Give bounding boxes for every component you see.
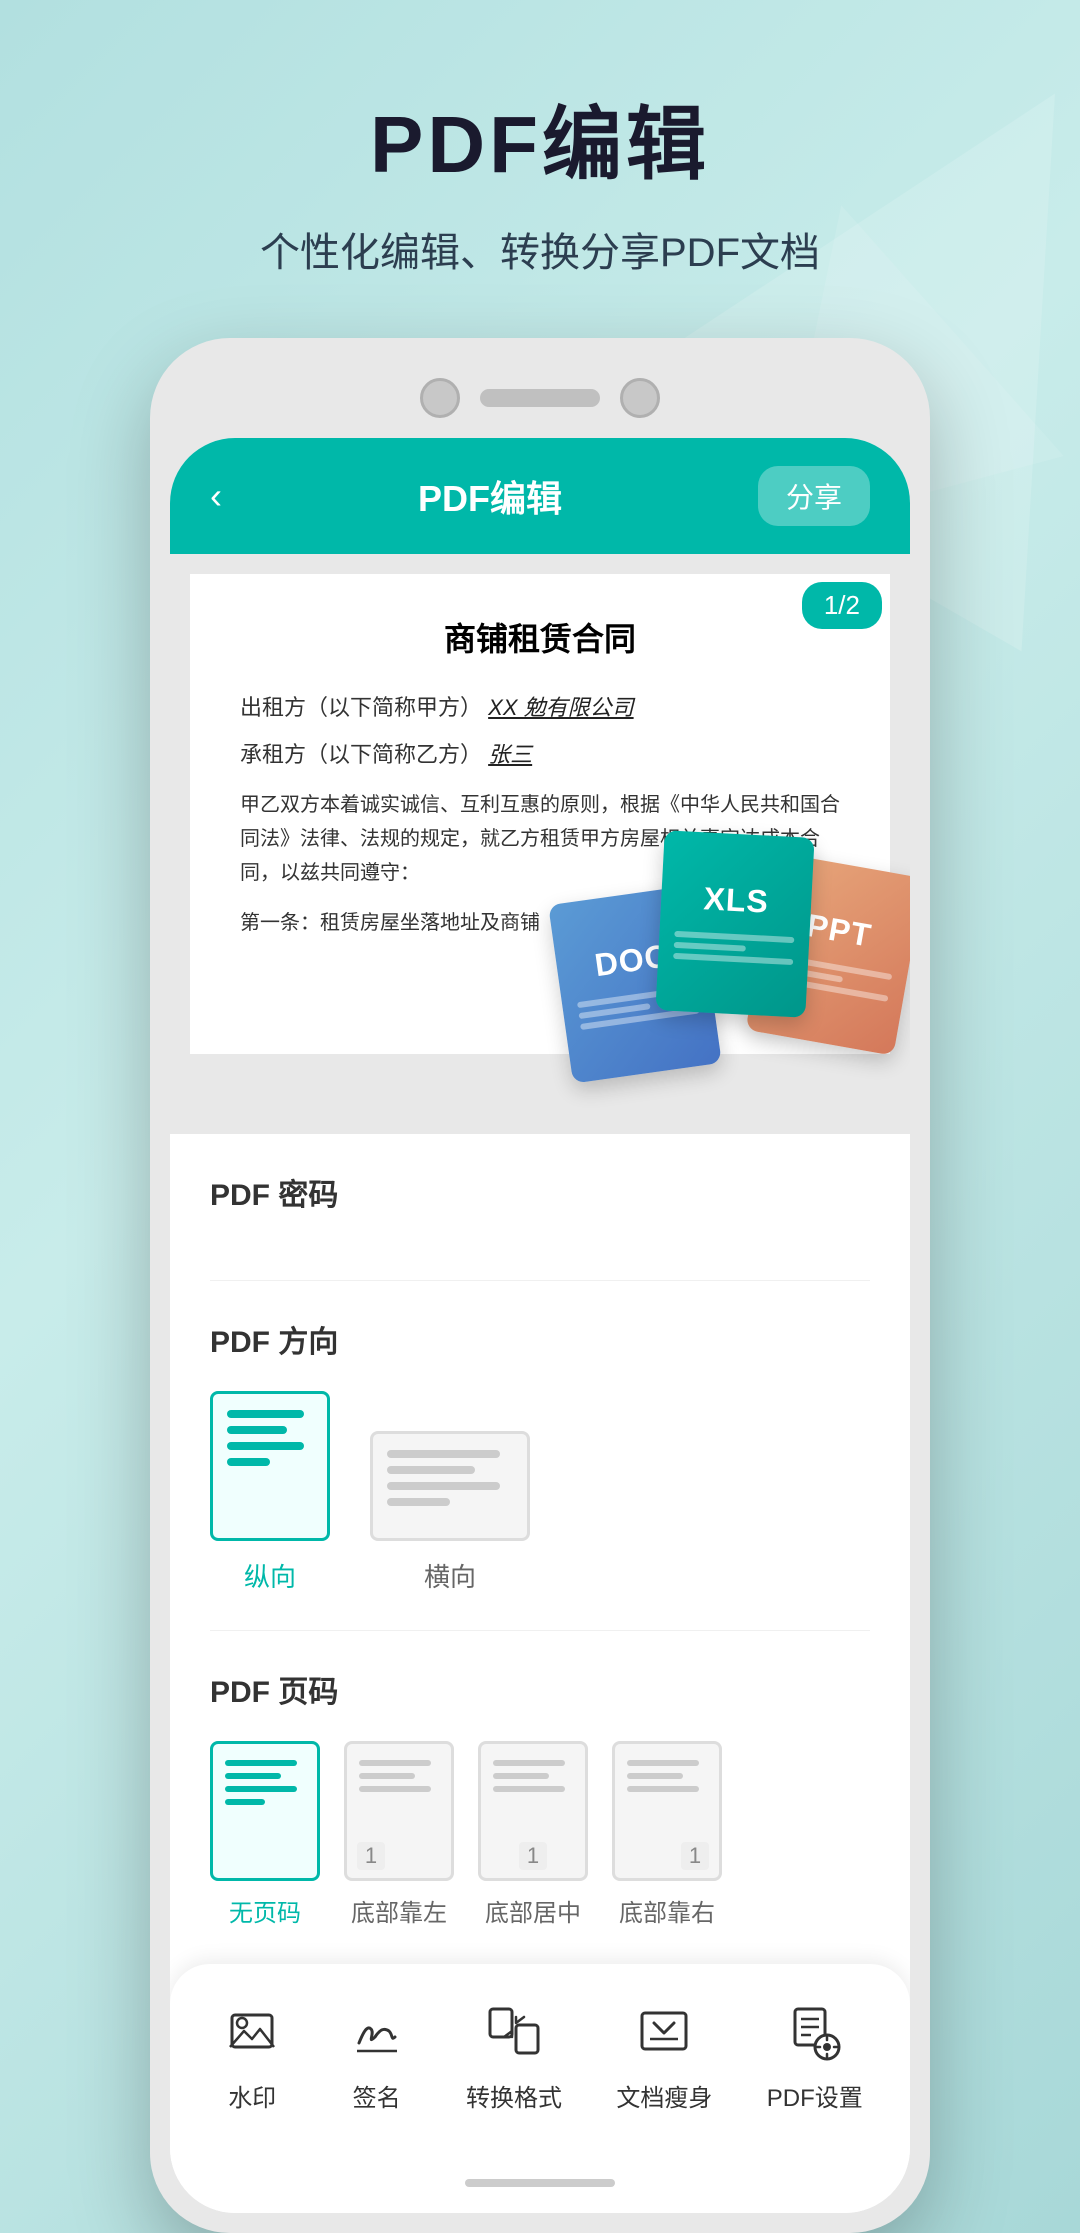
- no-pagenum-option[interactable]: 无页码: [210, 1741, 320, 1928]
- no-pagenum-preview: [210, 1741, 320, 1881]
- phone-outer: ‹ PDF编辑 分享 1/2 商铺租赁合同 出租方（以下简称甲方） XX 勉有限…: [150, 338, 930, 2233]
- page-num-right: 1: [681, 1842, 709, 1870]
- phone-screen: ‹ PDF编辑 分享 1/2 商铺租赁合同 出租方（以下简称甲方） XX 勉有限…: [170, 438, 910, 2213]
- landscape-preview: [370, 1431, 530, 1541]
- pdf-direction-section: PDF 方向 纵向: [210, 1281, 870, 1631]
- home-indicator: [465, 2179, 615, 2187]
- phone-mockup: ‹ PDF编辑 分享 1/2 商铺租赁合同 出租方（以下简称甲方） XX 勉有限…: [150, 338, 930, 2233]
- watermark-icon: [217, 1996, 287, 2066]
- settings-panel: PDF 密码 PDF 方向: [170, 1134, 910, 1964]
- xls-lines: [673, 925, 795, 969]
- bottom-right-option[interactable]: 1 底部靠右: [612, 1741, 722, 1928]
- speaker: [480, 389, 600, 407]
- camera-right: [620, 378, 660, 418]
- back-button[interactable]: ‹: [210, 475, 222, 517]
- pdf-settings-icon: [780, 1996, 850, 2066]
- main-container: PDF编辑 个性化编辑、转换分享PDF文档 ‹ PDF编辑 分享 1/2: [0, 0, 1080, 2233]
- xls-file-icon: XLS: [655, 830, 814, 1018]
- signature-label: 签名: [353, 2078, 401, 2113]
- ppt-label: PPT: [804, 906, 875, 954]
- app-header: ‹ PDF编辑 分享: [170, 438, 910, 554]
- phone-notch: [170, 358, 910, 438]
- bottom-right-label: 底部靠右: [619, 1893, 715, 1928]
- bottom-right-preview: 1: [612, 1741, 722, 1881]
- pagenum-options: 无页码 1: [210, 1741, 870, 1928]
- portrait-preview: [210, 1391, 330, 1541]
- page-num-left: 1: [357, 1842, 385, 1870]
- bottom-left-label: 底部靠左: [351, 1893, 447, 1928]
- landscape-label: 横向: [424, 1557, 476, 1594]
- bottom-center-option[interactable]: 1 底部居中: [478, 1741, 588, 1928]
- toolbar-watermark[interactable]: 水印: [217, 1996, 287, 2113]
- phone-home-bar: [170, 2153, 910, 2213]
- share-button[interactable]: 分享: [758, 466, 870, 526]
- pdf-content-area: 1/2 商铺租赁合同 出租方（以下简称甲方） XX 勉有限公司 承租方（以下简称…: [170, 554, 910, 1134]
- toolbar-convert[interactable]: 转换格式: [466, 1996, 562, 2113]
- toolbar-signature[interactable]: 签名: [342, 1996, 412, 2113]
- convert-icon: [479, 1996, 549, 2066]
- no-pagenum-label: 无页码: [229, 1893, 301, 1928]
- portrait-option[interactable]: 纵向: [210, 1391, 330, 1594]
- landscape-option[interactable]: 横向: [370, 1431, 530, 1594]
- pagecode-title: PDF 页码: [210, 1667, 870, 1711]
- app-bar-title: PDF编辑: [418, 470, 562, 522]
- page-subtitle: 个性化编辑、转换分享PDF文档: [260, 220, 820, 278]
- signature-icon: [342, 1996, 412, 2066]
- xls-label: XLS: [703, 880, 770, 920]
- pdf-settings-label: PDF设置: [767, 2078, 863, 2113]
- toolbar-pdf-settings[interactable]: PDF设置: [767, 1996, 863, 2113]
- portrait-label: 纵向: [244, 1557, 296, 1594]
- bottom-center-label: 底部居中: [485, 1893, 581, 1928]
- camera-left: [420, 378, 460, 418]
- page-title: PDF编辑: [370, 80, 710, 196]
- compress-icon: [629, 1996, 699, 2066]
- doc-title: 商铺租赁合同: [240, 614, 840, 660]
- pdf-password-section: PDF 密码: [210, 1134, 870, 1281]
- bottom-left-option[interactable]: 1 底部靠左: [344, 1741, 454, 1928]
- watermark-label: 水印: [228, 2078, 276, 2113]
- file-icons-container: DOC XLS: [560, 834, 910, 1154]
- password-title: PDF 密码: [210, 1170, 870, 1214]
- doc-line-2: 承租方（以下简称乙方） 张三: [240, 737, 840, 772]
- bottom-center-preview: 1: [478, 1741, 588, 1881]
- page-badge: 1/2: [802, 582, 882, 629]
- bottom-toolbar: 水印 签名: [170, 1964, 910, 2153]
- bottom-left-preview: 1: [344, 1741, 454, 1881]
- direction-options: 纵向 横向: [210, 1391, 870, 1594]
- compress-label: 文档瘦身: [616, 2078, 712, 2113]
- convert-label: 转换格式: [466, 2078, 562, 2113]
- direction-title: PDF 方向: [210, 1317, 870, 1361]
- doc-line-1: 出租方（以下简称甲方） XX 勉有限公司: [240, 690, 840, 725]
- pdf-pagecode-section: PDF 页码: [210, 1631, 870, 1964]
- toolbar-compress[interactable]: 文档瘦身: [616, 1996, 712, 2113]
- page-num-center: 1: [519, 1842, 547, 1870]
